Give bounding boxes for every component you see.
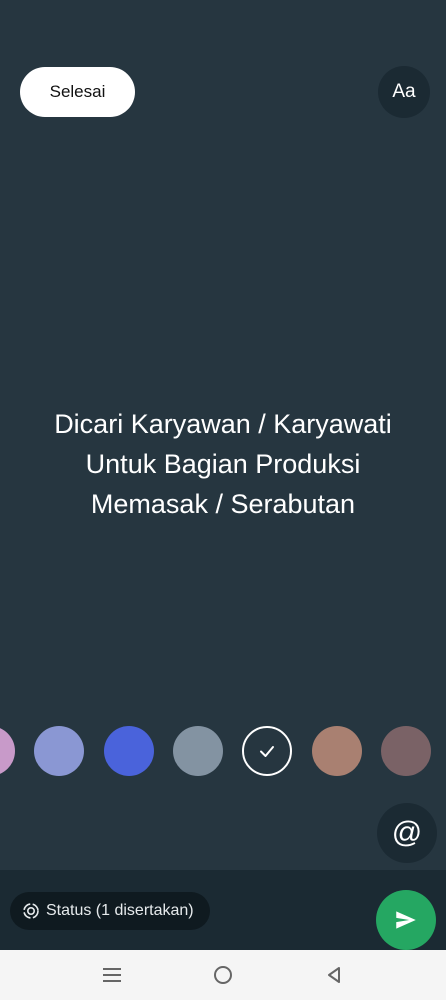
status-chip-label: Status (1 disertakan) [46,902,194,919]
font-style-button[interactable]: Aa [378,66,430,118]
color-swatch-2[interactable] [34,726,84,776]
color-swatch-4[interactable] [173,726,223,776]
home-nav-button[interactable] [210,962,236,988]
color-swatch-3[interactable] [104,726,154,776]
send-icon [396,911,416,929]
color-swatch-1[interactable] [0,726,15,776]
status-audience-chip[interactable]: Status (1 disertakan) [10,892,210,930]
send-button[interactable] [376,890,436,950]
triangle-back-icon [328,967,340,983]
status-text-line-1: Dicari Karyawan / Karyawati [54,409,392,439]
recents-nav-button[interactable] [99,962,125,988]
status-text-canvas[interactable]: Dicari Karyawan / Karyawati Untuk Bagian… [0,404,446,524]
back-nav-button[interactable] [321,962,347,988]
color-swatch-6[interactable] [312,726,362,776]
at-sign-icon: @ [391,816,423,849]
status-text-line-2: Untuk Bagian Produksi [85,449,361,479]
menu-icon [103,968,121,982]
done-button[interactable]: Selesai [20,67,135,117]
mention-button[interactable]: @ [377,803,437,863]
status-ring-icon [23,903,39,919]
color-palette [0,726,446,778]
checkmark-icon [260,746,274,757]
system-nav-bar [0,950,446,1000]
color-swatch-7[interactable] [381,726,431,776]
bottom-bar: Status (1 disertakan) [0,870,446,950]
circle-home-icon [214,966,232,984]
color-swatch-5-selected[interactable] [242,726,292,776]
status-text-line-3: Memasak / Serabutan [90,489,356,519]
